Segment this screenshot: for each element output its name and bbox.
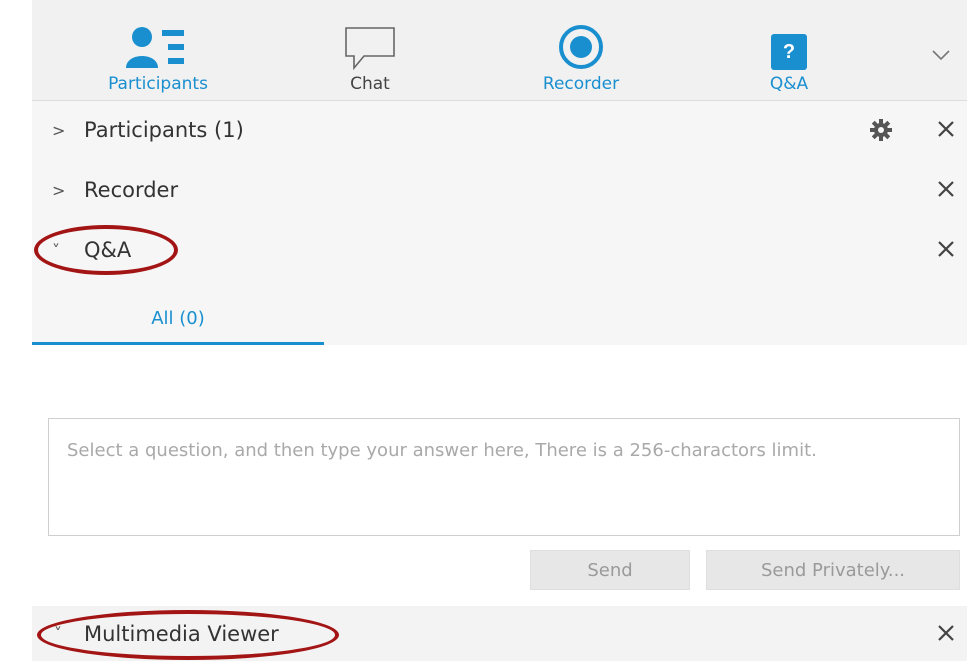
tab-chat[interactable]: Chat (300, 0, 440, 100)
chat-icon (344, 14, 396, 70)
chevron-right-icon: > (52, 120, 66, 140)
section-multimedia-viewer[interactable]: ˅ Multimedia Viewer (32, 606, 967, 661)
tab-recorder-label: Recorder (542, 74, 620, 94)
section-participants[interactable]: > Participants (1) (32, 101, 967, 159)
tab-qa[interactable]: ? Q&A (719, 0, 859, 100)
answer-input[interactable]: Select a question, and then type your an… (48, 418, 960, 536)
tab-recorder[interactable]: Recorder (511, 0, 651, 100)
tab-participants[interactable]: Participants (88, 0, 228, 100)
close-icon[interactable] (935, 238, 957, 264)
tab-chat-label: Chat (350, 74, 390, 94)
section-participants-title: Participants (1) (84, 118, 244, 142)
panel-sections: > Participants (1) > Recorder ˅ Q&A All … (32, 101, 967, 345)
tab-qa-label: Q&A (769, 74, 809, 94)
close-icon[interactable] (935, 178, 957, 204)
tab-all-questions[interactable]: All (0) (32, 291, 324, 345)
gear-icon[interactable] (869, 118, 893, 146)
section-recorder[interactable]: > Recorder (32, 161, 967, 219)
section-recorder-title: Recorder (84, 178, 179, 202)
tab-active-indicator (32, 342, 324, 345)
panel-toolbar: Participants Chat Recorder ? Q&A (32, 0, 967, 101)
close-icon[interactable] (935, 622, 957, 648)
qa-badge: ? (771, 34, 807, 70)
participants-icon (126, 14, 190, 70)
section-qa[interactable]: ˅ Q&A (32, 221, 967, 279)
close-icon[interactable] (935, 118, 957, 144)
section-qa-title: Q&A (84, 238, 132, 262)
send-privately-button[interactable]: Send Privately... (706, 550, 960, 590)
send-button[interactable]: Send (530, 550, 690, 590)
recorder-icon (558, 14, 604, 70)
chevron-right-icon: > (52, 180, 66, 200)
section-multimedia-title: Multimedia Viewer (84, 621, 279, 646)
chevron-down-icon: ˅ (52, 240, 60, 260)
chevron-down-icon: ˅ (54, 624, 62, 643)
qa-icon: ? (771, 14, 807, 70)
tab-participants-label: Participants (108, 74, 208, 94)
chevron-down-icon[interactable] (931, 46, 951, 65)
